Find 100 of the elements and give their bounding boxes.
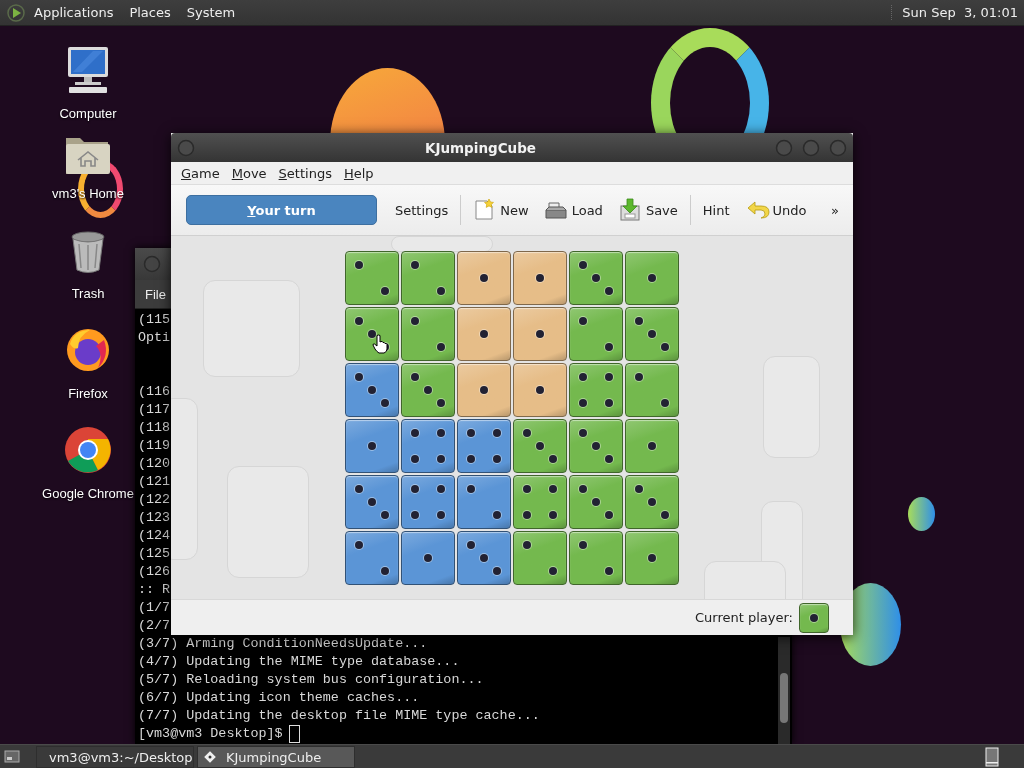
cube-tile[interactable] xyxy=(513,362,567,417)
terminal-line: (5/7) Reloading system bus configuration... xyxy=(138,671,484,689)
cube-tile[interactable] xyxy=(401,418,455,473)
menu-item[interactable]: Move xyxy=(225,165,273,181)
desktop-icon-label[interactable]: Trash xyxy=(71,286,105,301)
die-pip xyxy=(368,441,376,450)
taskbar-button[interactable]: KJumpingCube xyxy=(197,746,355,768)
cube-tile[interactable] xyxy=(401,530,455,585)
die-pip xyxy=(810,613,818,622)
die-pip xyxy=(579,316,587,325)
cube-tile[interactable] xyxy=(625,250,679,305)
terminal-line: (123 xyxy=(138,509,171,527)
die-pip xyxy=(549,510,557,519)
cube-tile[interactable] xyxy=(345,306,399,361)
die-pip xyxy=(411,510,419,519)
distro-logo-icon[interactable] xyxy=(6,2,26,23)
die-pip xyxy=(605,398,613,407)
toolbar-button[interactable]: Save xyxy=(613,194,683,226)
scrollbar[interactable] xyxy=(778,637,790,744)
browser-icon[interactable] xyxy=(64,326,112,374)
cube-tile[interactable] xyxy=(513,306,567,361)
terminal-line: (124 xyxy=(138,527,171,545)
terminal-line: (118 xyxy=(138,419,171,437)
wallpaper-circle xyxy=(908,497,935,531)
panel-menu[interactable]: Places xyxy=(121,5,179,20)
cube-tile[interactable] xyxy=(569,306,623,361)
panel-menu[interactable]: System xyxy=(178,5,244,20)
die-pip xyxy=(536,385,544,394)
die-pip xyxy=(493,454,501,463)
cube-tile[interactable] xyxy=(569,418,623,473)
die-pip xyxy=(648,553,656,562)
cube-tile[interactable] xyxy=(401,306,455,361)
browser-icon[interactable] xyxy=(64,426,112,474)
toolbar-button[interactable]: Settings xyxy=(390,198,454,222)
cube-tile[interactable] xyxy=(345,250,399,305)
cube-tile[interactable] xyxy=(569,530,623,585)
scrollbar-thumb[interactable] xyxy=(780,673,788,723)
terminal-menu[interactable]: File xyxy=(135,286,166,302)
cube-tile[interactable] xyxy=(457,474,511,529)
cube-tile[interactable] xyxy=(513,418,567,473)
cube-tile[interactable] xyxy=(457,418,511,473)
die-pip xyxy=(493,428,501,437)
toolbar-button[interactable]: Hint xyxy=(697,198,735,222)
cube-tile[interactable] xyxy=(401,250,455,305)
cube-tile[interactable] xyxy=(513,474,567,529)
toolbar-button[interactable]: Undo xyxy=(740,194,812,226)
cube-tile[interactable] xyxy=(345,418,399,473)
terminal-line: (126 xyxy=(138,563,171,581)
cube-tile[interactable] xyxy=(625,474,679,529)
die-pip xyxy=(381,286,389,295)
cube-tile[interactable] xyxy=(401,362,455,417)
cube-tile[interactable] xyxy=(569,250,623,305)
die-pip xyxy=(411,260,419,269)
workspace-switcher-icon[interactable] xyxy=(984,747,1000,767)
die-pip xyxy=(605,566,613,575)
cube-tile[interactable] xyxy=(345,362,399,417)
die-pip xyxy=(648,441,656,450)
show-desktop-icon[interactable] xyxy=(4,749,20,765)
cube-tile[interactable] xyxy=(625,306,679,361)
turn-indicator[interactable]: Your turn xyxy=(186,195,377,225)
taskbar-button[interactable]: vm3@vm3:~/Desktop xyxy=(36,746,194,768)
menu-item[interactable]: Help xyxy=(337,165,380,181)
die-pip xyxy=(549,566,557,575)
cube-tile[interactable] xyxy=(625,418,679,473)
overflow-button[interactable]: » xyxy=(826,198,844,222)
desktop-icon-label[interactable]: Google Chrome xyxy=(42,486,134,501)
trash-icon[interactable] xyxy=(70,230,106,274)
text-cursor xyxy=(288,725,300,743)
cube-tile[interactable] xyxy=(569,362,623,417)
die-pip xyxy=(579,372,587,381)
cube-tile[interactable] xyxy=(457,250,511,305)
die-pip xyxy=(523,510,531,519)
menu-item[interactable]: Settings xyxy=(272,165,338,181)
die-pip xyxy=(411,428,419,437)
terminal-line: (125 xyxy=(138,545,171,563)
cube-tile[interactable] xyxy=(625,362,679,417)
cube-tile[interactable] xyxy=(625,530,679,585)
panel-menu[interactable]: Applications xyxy=(26,5,122,20)
die-pip xyxy=(411,484,419,493)
cube-tile[interactable] xyxy=(513,530,567,585)
toolbar-button[interactable]: Load xyxy=(539,194,608,226)
terminal-line: (120 xyxy=(138,455,171,473)
clock[interactable]: Sun Sep 3, 01:01 xyxy=(891,5,1024,20)
terminal-line: (122 xyxy=(138,491,171,509)
cube-tile[interactable] xyxy=(457,306,511,361)
cube-tile[interactable] xyxy=(345,530,399,585)
cube-tile[interactable] xyxy=(457,530,511,585)
cube-tile[interactable] xyxy=(457,362,511,417)
desktop-icon-label[interactable]: Computer xyxy=(59,106,117,121)
desktop-icon-label[interactable]: Firefox xyxy=(68,386,108,401)
die-pip xyxy=(480,329,488,338)
cube-tile[interactable] xyxy=(513,250,567,305)
cube-tile[interactable] xyxy=(345,474,399,529)
toolbar-button[interactable]: New xyxy=(468,194,534,226)
cube-tile[interactable] xyxy=(569,474,623,529)
die-pip xyxy=(411,316,419,325)
menu-item[interactable]: Game xyxy=(175,165,226,181)
die-pip xyxy=(635,372,643,381)
cube-tile[interactable] xyxy=(401,474,455,529)
terminal-line: (6/7) Updating icon theme caches... xyxy=(138,689,420,707)
